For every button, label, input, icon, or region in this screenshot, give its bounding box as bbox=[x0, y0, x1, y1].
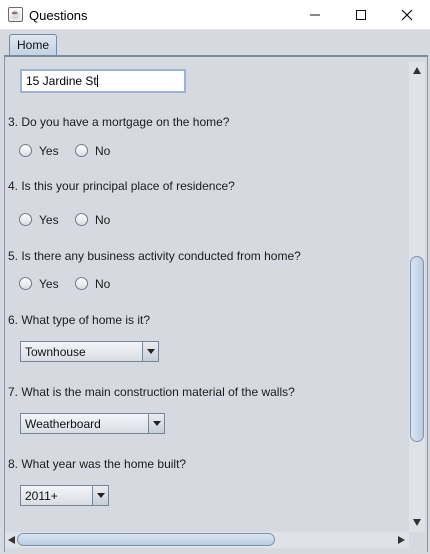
tab-home[interactable]: Home bbox=[9, 34, 57, 56]
radio-circle-icon bbox=[19, 213, 32, 226]
minimize-icon bbox=[310, 14, 320, 16]
horizontal-scrollbar[interactable] bbox=[5, 532, 409, 548]
questions-scroll-area: 15 Jardine St 3. Do you have a mortgage … bbox=[5, 58, 409, 532]
scroll-right-icon[interactable] bbox=[398, 536, 405, 544]
radio-circle-icon bbox=[75, 213, 88, 226]
maximize-icon bbox=[356, 10, 366, 20]
scroll-left-icon[interactable] bbox=[8, 536, 15, 544]
year-built-select[interactable]: 2011+ bbox=[20, 485, 109, 506]
question-7-label: 7. What is the main construction materia… bbox=[8, 385, 295, 399]
address-input[interactable]: 15 Jardine St bbox=[20, 69, 186, 93]
scroll-up-icon[interactable] bbox=[413, 67, 421, 74]
chevron-down-icon[interactable] bbox=[92, 486, 108, 505]
radio-label-yes: Yes bbox=[39, 277, 59, 291]
close-button[interactable] bbox=[384, 0, 430, 30]
question-5-label: 5. Is there any business activity conduc… bbox=[8, 249, 301, 263]
home-type-value: Townhouse bbox=[25, 345, 86, 359]
window-title: Questions bbox=[29, 8, 88, 23]
question-4-label: 4. Is this your principal place of resid… bbox=[8, 179, 235, 193]
close-icon bbox=[401, 9, 413, 21]
radio-circle-icon bbox=[75, 144, 88, 157]
home-type-select[interactable]: Townhouse bbox=[20, 341, 159, 362]
vertical-scroll-thumb[interactable] bbox=[410, 256, 424, 442]
question-8-label: 8. What year was the home built? bbox=[8, 457, 187, 471]
question-5-radio-group: Yes No bbox=[19, 276, 119, 292]
maximize-button[interactable] bbox=[338, 0, 384, 30]
question-3-label: 3. Do you have a mortgage on the home? bbox=[8, 115, 230, 129]
address-input-value: 15 Jardine St bbox=[26, 74, 97, 88]
text-caret bbox=[96, 75, 98, 87]
radio-circle-icon bbox=[19, 144, 32, 157]
question-3-radio-group: Yes No bbox=[19, 143, 119, 159]
vertical-scrollbar[interactable] bbox=[409, 62, 425, 532]
minimize-button[interactable] bbox=[292, 0, 338, 30]
question-4-radio-group: Yes No bbox=[19, 212, 119, 228]
radio-label-yes: Yes bbox=[39, 144, 59, 158]
java-cup-icon: ☕ bbox=[8, 7, 23, 22]
horizontal-scroll-thumb[interactable] bbox=[17, 533, 275, 546]
scroll-corner bbox=[409, 532, 425, 548]
radio-label-yes: Yes bbox=[39, 213, 59, 227]
chevron-down-icon[interactable] bbox=[142, 342, 158, 361]
wall-material-value: Weatherboard bbox=[25, 417, 101, 431]
radio-label-no: No bbox=[95, 213, 111, 227]
question-6-label: 6. What type of home is it? bbox=[8, 313, 151, 327]
scroll-down-icon[interactable] bbox=[413, 519, 421, 526]
chevron-down-icon[interactable] bbox=[148, 414, 164, 433]
wall-material-select[interactable]: Weatherboard bbox=[20, 413, 165, 434]
year-built-value: 2011+ bbox=[25, 489, 58, 503]
title-bar: ☕ Questions bbox=[0, 0, 430, 30]
radio-label-no: No bbox=[95, 144, 111, 158]
radio-circle-icon bbox=[75, 277, 88, 290]
tab-strip bbox=[0, 30, 430, 57]
radio-circle-icon bbox=[19, 277, 32, 290]
radio-label-no: No bbox=[95, 277, 111, 291]
